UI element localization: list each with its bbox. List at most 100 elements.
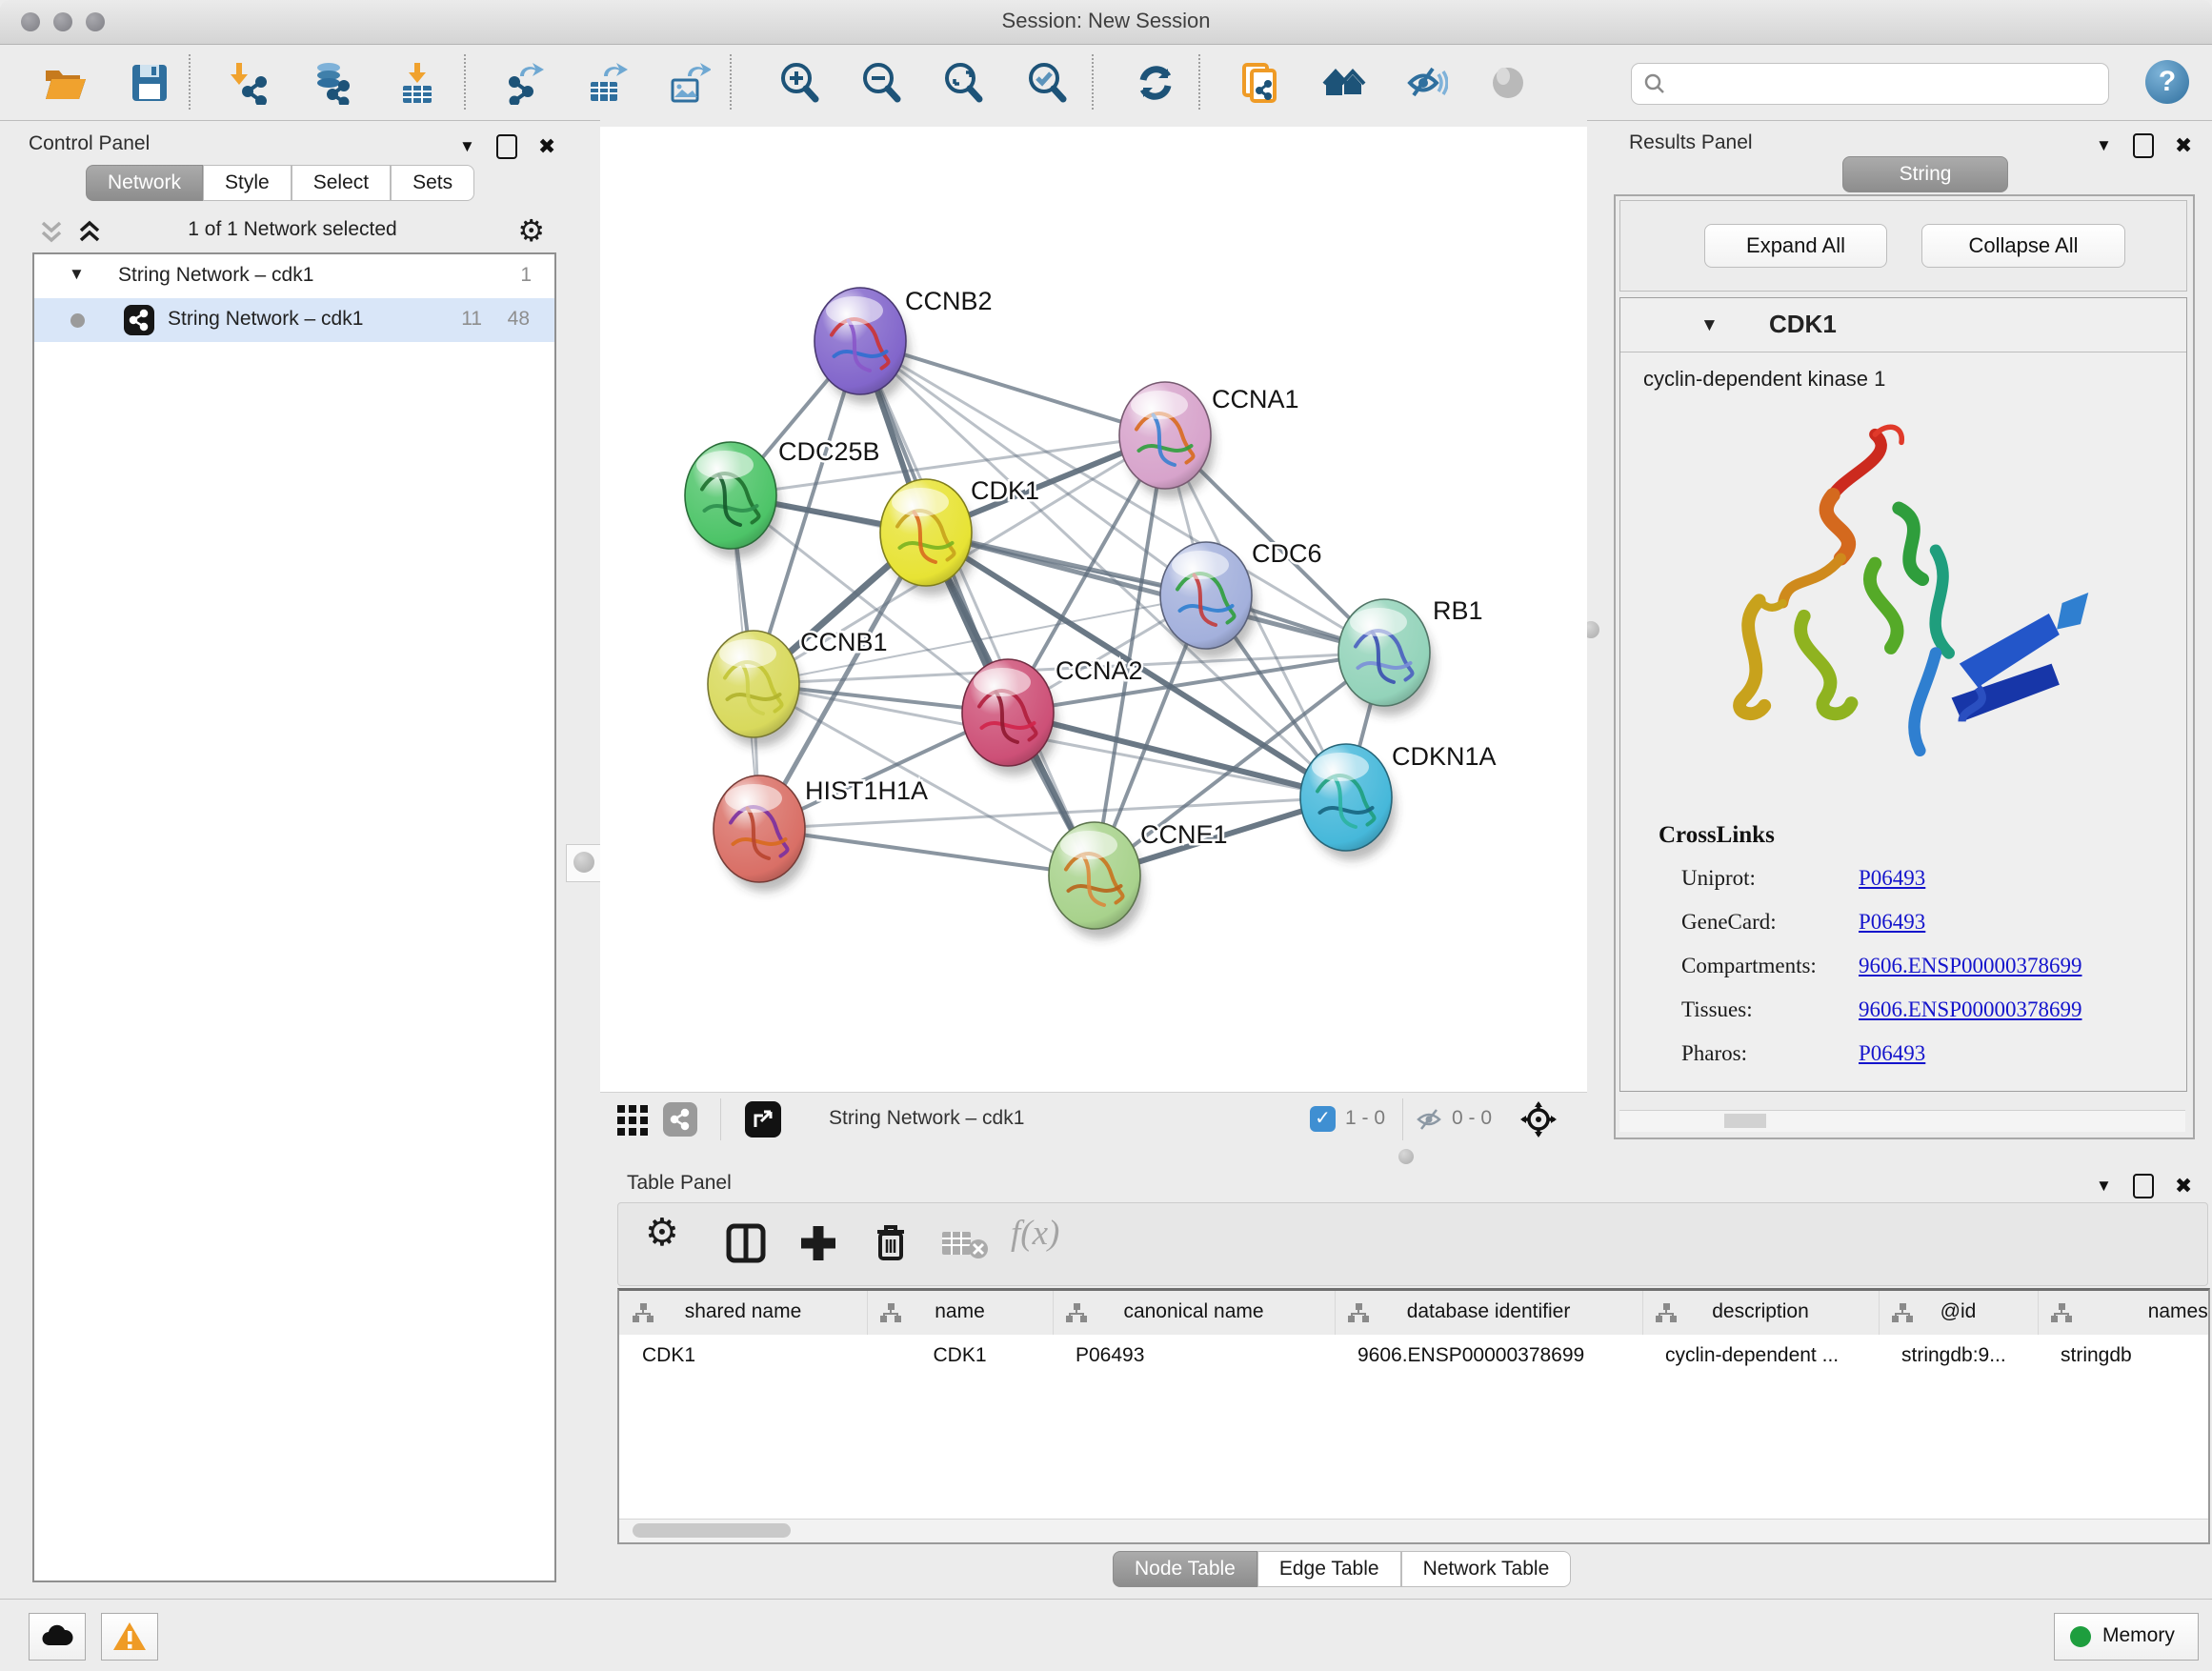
network-collection-row[interactable]: ▼ String Network – cdk1 1 — [34, 254, 554, 298]
tree-expand-icon[interactable]: ▼ — [69, 265, 85, 284]
refresh-icon[interactable] — [1134, 61, 1177, 105]
tab-network-table[interactable]: Network Table — [1401, 1551, 1572, 1587]
cell-description[interactable]: cyclin-dependent ... — [1665, 1344, 1875, 1367]
network-edge[interactable] — [759, 829, 1095, 876]
column-header-description[interactable]: description — [1642, 1291, 1880, 1335]
network-canvas[interactable]: CCNB2CCNA1CDC25BCDK1CDC6RB1CCNB1CCNA2CDK… — [600, 127, 1587, 1092]
memory-button[interactable]: Memory — [2054, 1613, 2199, 1661]
left-splitter-handle[interactable] — [566, 844, 604, 882]
search-input[interactable] — [1631, 63, 2109, 105]
export-table-icon[interactable] — [585, 61, 629, 105]
zoom-fit-icon[interactable] — [941, 61, 985, 105]
network-node-HIST1H1A[interactable]: HIST1H1A — [714, 775, 928, 892]
column-header-database-identifier[interactable]: database identifier — [1335, 1291, 1643, 1335]
panel-menu-icon[interactable]: ▼ — [459, 137, 475, 156]
network-node-CDC6[interactable]: CDC6 — [1160, 539, 1322, 658]
network-share-view-icon[interactable] — [663, 1102, 697, 1137]
network-row-selected[interactable]: String Network – cdk1 11 48 — [34, 298, 554, 342]
zoom-out-icon[interactable] — [859, 61, 903, 105]
tab-string[interactable]: String — [1842, 156, 2008, 192]
tab-edge-table[interactable]: Edge Table — [1257, 1551, 1401, 1587]
save-session-icon[interactable] — [128, 61, 171, 105]
panel-menu-icon[interactable]: ▼ — [2096, 136, 2112, 155]
export-image-icon[interactable] — [667, 61, 711, 105]
network-node-CDKN1A[interactable]: CDKN1A — [1300, 742, 1497, 860]
grid-view-icon[interactable] — [615, 1103, 650, 1137]
fit-target-icon[interactable] — [1520, 1101, 1557, 1137]
crosslink-link[interactable]: 9606.ENSP00000378699 — [1859, 954, 2082, 978]
column-header-namespace[interactable]: namespace — [2038, 1291, 2210, 1335]
show-columns-icon[interactable] — [723, 1220, 769, 1266]
protein-section-header[interactable]: ▼ CDK1 — [1620, 298, 2186, 352]
results-scrollbar[interactable] — [1619, 1110, 2185, 1132]
cell-namespace[interactable]: stringdb — [2061, 1344, 2210, 1367]
cell-canonical-name[interactable]: P06493 — [1076, 1344, 1331, 1367]
tab-style[interactable]: Style — [203, 165, 292, 201]
hidden-eye-icon[interactable] — [1416, 1106, 1444, 1133]
crosslink-link[interactable]: P06493 — [1859, 910, 1925, 935]
network-node-CDK1[interactable]: CDK1 — [880, 476, 1039, 595]
column-header-name[interactable]: name — [867, 1291, 1054, 1335]
open-session-icon[interactable] — [42, 61, 86, 105]
panel-float-icon[interactable] — [2133, 133, 2154, 158]
export-network-icon[interactable] — [503, 61, 547, 105]
crosslink-link[interactable]: 9606.ENSP00000378699 — [1859, 997, 2082, 1022]
zoom-selected-icon[interactable] — [1025, 61, 1069, 105]
tab-select[interactable]: Select — [292, 165, 391, 201]
panel-float-icon[interactable] — [496, 134, 517, 159]
panel-float-icon[interactable] — [2133, 1174, 2154, 1198]
zoom-in-icon[interactable] — [777, 61, 821, 105]
panel-close-icon[interactable]: ✖ — [538, 134, 555, 159]
add-column-icon[interactable] — [795, 1220, 841, 1266]
crosslink-row: Pharos: P06493 — [1681, 1041, 2177, 1085]
network-options-gear-icon[interactable]: ⚙ — [517, 212, 545, 249]
crosslink-row: GeneCard: P06493 — [1681, 910, 2177, 954]
show-all-icon[interactable] — [1486, 61, 1530, 105]
table-row[interactable]: CDK1CDK1 P06493 9606.ENSP00000378699 cyclin… — [619, 1335, 2210, 1379]
results-buttons-row: Expand All Collapse All — [1619, 200, 2187, 292]
open-in-new-window-icon[interactable] — [745, 1101, 781, 1137]
expand-all-button[interactable]: Expand All — [1704, 224, 1887, 268]
network-node-CCNE1[interactable]: CCNE1 — [1049, 820, 1228, 938]
help-button[interactable]: ? — [2145, 60, 2189, 104]
network-node-CCNB2[interactable]: CCNB2 — [814, 287, 993, 404]
import-table-file-icon[interactable] — [395, 61, 439, 105]
section-collapse-icon[interactable]: ▼ — [1700, 315, 1719, 336]
first-neighbors-icon[interactable] — [1322, 61, 1366, 105]
crosslink-link[interactable]: P06493 — [1859, 1041, 1925, 1066]
crosslink-row: Uniprot: P06493 — [1681, 866, 2177, 910]
cell-database-identifier[interactable]: 9606.ENSP00000378699 — [1357, 1344, 1639, 1367]
tab-sets[interactable]: Sets — [391, 165, 474, 201]
node-label: CCNA1 — [1212, 385, 1299, 413]
new-network-from-selection-icon[interactable] — [1238, 61, 1282, 105]
table-h-scrollbar[interactable] — [619, 1519, 2208, 1542]
tab-node-table[interactable]: Node Table — [1113, 1551, 1257, 1587]
network-view-footer: String Network – cdk1 ✓ 1 - 0 0 - 0 — [600, 1092, 1587, 1146]
network-node-CDC25B[interactable]: CDC25B — [685, 437, 880, 558]
tab-network[interactable]: Network — [86, 165, 203, 201]
crosslink-link[interactable]: P06493 — [1859, 866, 1925, 891]
warning-button[interactable] — [101, 1613, 158, 1661]
delete-column-icon[interactable] — [868, 1220, 914, 1266]
collapse-all-button[interactable]: Collapse All — [1921, 224, 2125, 268]
table-options-gear-icon[interactable]: ⚙ — [645, 1211, 679, 1255]
network-node-RB1[interactable]: RB1 — [1338, 596, 1483, 715]
cloud-button[interactable] — [29, 1613, 86, 1661]
column-header-@id[interactable]: @id — [1879, 1291, 2039, 1335]
control-panel-tabs: NetworkStyleSelectSets — [86, 165, 474, 201]
import-network-file-icon[interactable] — [229, 61, 272, 105]
network-node-CCNA2[interactable]: CCNA2 — [962, 656, 1143, 775]
panel-menu-icon[interactable]: ▼ — [2096, 1177, 2112, 1196]
column-header-canonical-name[interactable]: canonical name — [1053, 1291, 1336, 1335]
cell-shared-name[interactable]: CDK1 — [642, 1344, 863, 1367]
selected-checkbox-icon[interactable]: ✓ — [1310, 1106, 1336, 1132]
crosslink-row: Tissues: 9606.ENSP00000378699 — [1681, 997, 2177, 1041]
panel-close-icon[interactable]: ✖ — [2175, 133, 2192, 158]
selected-counts: 1 - 0 — [1345, 1107, 1385, 1130]
hide-selected-icon[interactable] — [1404, 61, 1448, 105]
cell-@id[interactable]: stringdb:9... — [1901, 1344, 2034, 1367]
cell-name[interactable]: CDK1 — [867, 1344, 1053, 1367]
panel-close-icon[interactable]: ✖ — [2175, 1174, 2192, 1198]
column-header-shared-name[interactable]: shared name — [619, 1291, 868, 1335]
import-network-database-icon[interactable] — [310, 61, 353, 105]
